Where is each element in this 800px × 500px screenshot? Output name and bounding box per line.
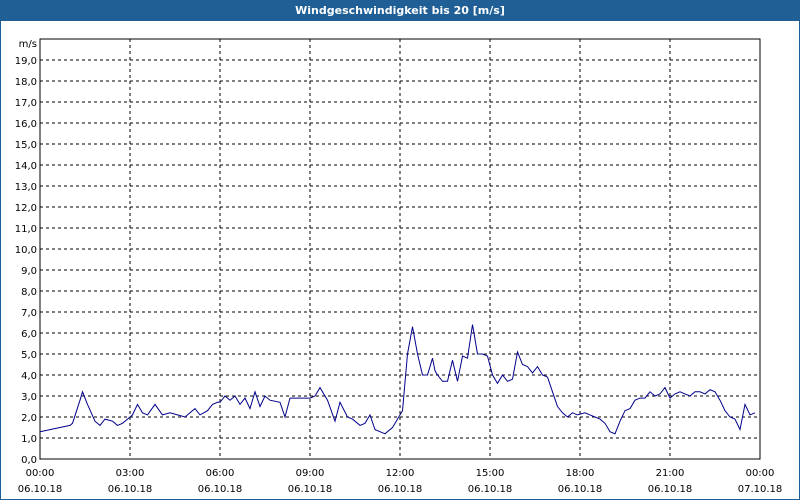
x-tick-time: 21:00 xyxy=(656,468,685,479)
x-tick-date: 06.10.18 xyxy=(648,484,693,495)
y-tick-label: 7,0 xyxy=(21,308,37,319)
y-tick-label: 2,0 xyxy=(21,413,37,424)
x-tick-time: 00:00 xyxy=(746,468,775,479)
x-tick-date: 06.10.18 xyxy=(558,484,603,495)
y-tick-label: 8,0 xyxy=(21,287,37,298)
x-tick-time: 00:00 xyxy=(26,468,55,479)
y-tick-label: 5,0 xyxy=(21,350,37,361)
y-axis-label: m/s xyxy=(19,39,37,50)
y-tick-label: 10,0 xyxy=(15,245,37,256)
y-tick-label: 18,0 xyxy=(15,77,37,88)
y-tick-label: 17,0 xyxy=(15,98,37,109)
chart-area: 0,0 1,0 2,0 3,0 4,0 5,0 6,0 7,0 8,0 9,0 10,0 11,0 12… xyxy=(15,38,783,495)
y-tick-label: 19,0 xyxy=(15,56,37,67)
y-tick-label: 11,0 xyxy=(15,224,37,235)
x-tick-date: 06.10.18 xyxy=(468,484,513,495)
x-tick-date: 06.10.18 xyxy=(18,484,63,495)
y-tick-label: 9,0 xyxy=(21,266,37,277)
y-tick-label: 12,0 xyxy=(15,203,37,214)
x-tick-date: 06.10.18 xyxy=(378,484,423,495)
x-tick-time: 15:00 xyxy=(476,468,505,479)
y-tick-label: 1,0 xyxy=(21,434,37,445)
x-tick-date: 06.10.18 xyxy=(288,484,333,495)
x-tick-time: 12:00 xyxy=(386,468,415,479)
y-tick-label: 16,0 xyxy=(15,119,37,130)
x-tick-time: 06:00 xyxy=(206,468,235,479)
x-tick-time: 09:00 xyxy=(296,468,325,479)
x-tick-date: 06.10.18 xyxy=(198,484,243,495)
x-tick-time: 03:00 xyxy=(116,468,145,479)
y-tick-label: 14,0 xyxy=(15,161,37,172)
x-tick-date: 06.10.18 xyxy=(108,484,153,495)
y-tick-label: 15,0 xyxy=(15,140,37,151)
y-tick-label: 13,0 xyxy=(15,182,37,193)
y-tick-label: 3,0 xyxy=(21,392,37,403)
y-tick-label: 4,0 xyxy=(21,371,37,382)
y-tick-label: 0,0 xyxy=(21,455,37,466)
y-tick-label: 6,0 xyxy=(21,329,37,340)
x-tick-date: 07.10.18 xyxy=(738,484,783,495)
x-tick-time: 18:00 xyxy=(566,468,595,479)
